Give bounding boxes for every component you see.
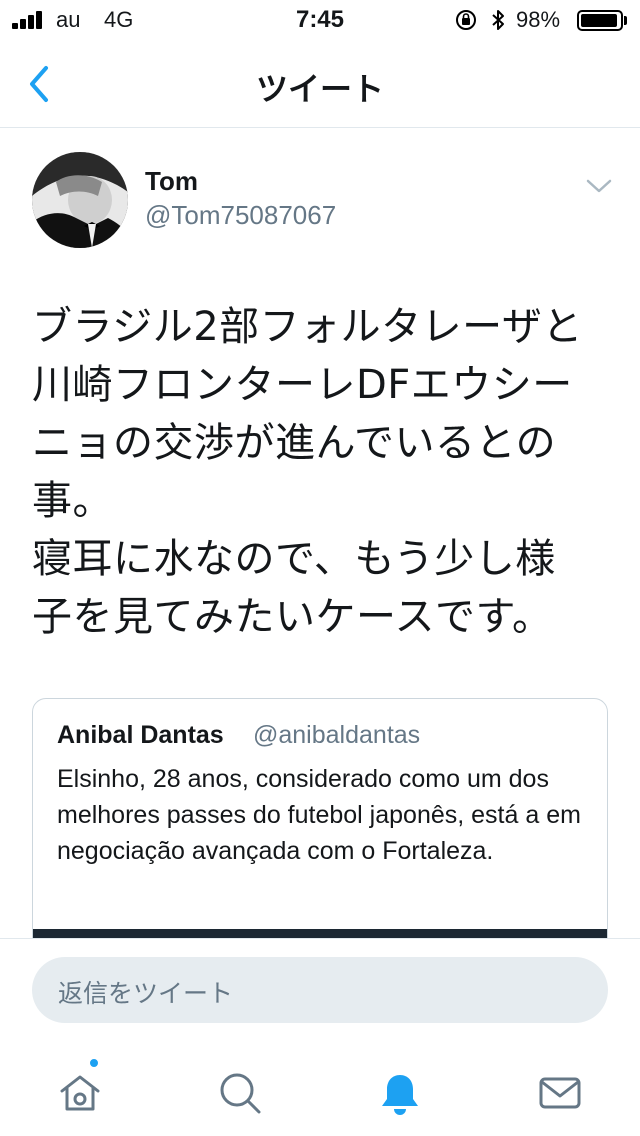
rotation-lock-icon [456,10,476,30]
status-bar: au 4G 7:45 98% [0,0,640,40]
tab-bar [0,1049,640,1136]
reply-placeholder: 返信をツイート [58,979,234,1008]
search-icon[interactable] [216,1069,264,1117]
battery-percent: 98% [516,7,561,32]
nav-bar: ツイート [0,40,640,128]
reply-input[interactable]: 返信をツイート [32,957,608,1023]
battery-icon [577,10,623,31]
page-title: ツイート [255,70,384,108]
avatar[interactable] [32,152,128,248]
bottom-area: 返信をツイート [0,938,640,1136]
quote-author-name: Anibal Dantas [57,721,224,749]
author-handle[interactable]: @Tom75087067 [145,200,336,231]
quote-text: Elsinho, 28 anos, considerado como um do… [57,765,581,865]
home-icon[interactable] [56,1069,104,1117]
home-notification-dot [88,1057,100,1069]
quoted-tweet[interactable]: Anibal Dantas @anibaldantas Elsinho, 28 … [32,698,608,958]
messages-icon[interactable] [536,1069,584,1117]
author-name[interactable]: Tom [145,166,198,197]
tweet-text: ブラジル2部フォルタレーザと 川崎フロンターレDFエウシー ニョの交渉が進んでい… [32,304,583,640]
battery-cap [624,16,627,25]
quote-author-handle: @anibaldantas [253,721,421,749]
notifications-icon[interactable] [376,1069,424,1117]
bluetooth-icon [492,10,504,30]
avatar-photo [32,152,128,248]
chevron-down-icon[interactable] [584,174,614,198]
